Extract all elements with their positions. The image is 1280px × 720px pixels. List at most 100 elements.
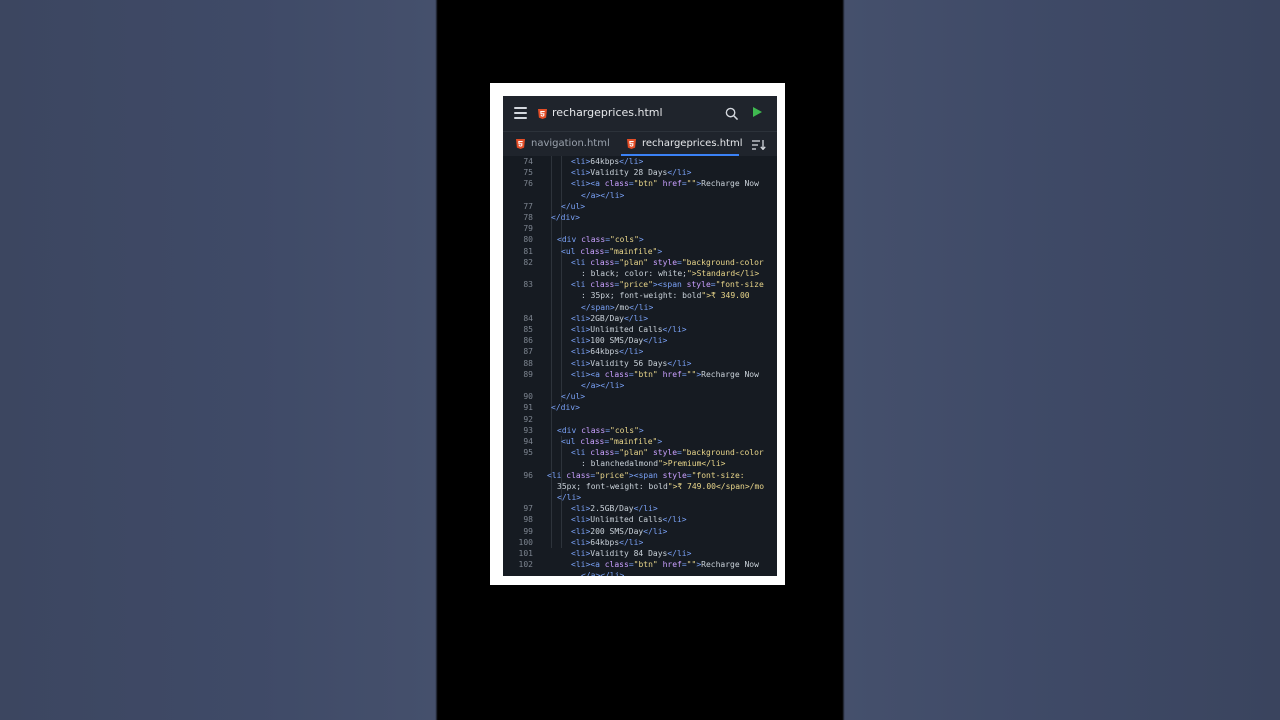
- code-text: <li>Validity 56 Days</li>: [571, 358, 692, 368]
- code-line: 101 <li>Validity 84 Days</li>: [503, 548, 777, 559]
- code-text: </li>: [557, 493, 582, 502]
- play-icon[interactable]: [753, 107, 762, 117]
- code-line: 75 <li>Validity 28 Days</li>: [503, 167, 777, 178]
- html5-icon: [538, 109, 547, 119]
- code-text: </a></li>: [581, 381, 625, 390]
- html5-icon: [627, 139, 636, 149]
- code-text: <li class="price"><span style="font-size…: [547, 470, 745, 480]
- search-icon[interactable]: [725, 107, 738, 120]
- code-line: 98 <li>Unlimited Calls</li>: [503, 514, 777, 525]
- code-area[interactable]: 74 <li>64kbps</li> 75 <li>Validity 28 Days<…: [503, 156, 777, 576]
- code-text: <li><a class="btn" href="">Recharge Now: [571, 369, 759, 379]
- code-text: : blanchedalmond">Premium</li>: [581, 459, 726, 469]
- code-text: <div class="cols">: [557, 425, 644, 435]
- line-number: 77: [523, 201, 533, 211]
- tab-label: navigation.html: [531, 138, 610, 149]
- code-line: </span>/mo</li>: [503, 302, 777, 313]
- code-line: 89 <li><a class="btn" href="">Recharge No…: [503, 369, 777, 380]
- tab-rechargeprices-html[interactable]: rechargeprices.html: [613, 132, 743, 156]
- code-line: </a></li>: [503, 190, 777, 201]
- line-number: 82: [523, 257, 533, 267]
- code-text: <li>Validity 84 Days</li>: [571, 549, 692, 558]
- editor-toolbar: rechargeprices.html: [503, 96, 777, 131]
- tab-label: rechargeprices.html: [642, 138, 743, 149]
- code-text: <li>2GB/Day</li>: [571, 313, 649, 323]
- code-text: 35px; font-weight: bold">₹ 749.00</span>…: [557, 481, 765, 491]
- code-text: </ul>: [561, 392, 586, 402]
- code-line: 88 <li>Validity 56 Days</li>: [503, 358, 777, 369]
- code-line: 76 <li><a class="btn" href="">Recharge No…: [503, 178, 777, 189]
- code-line: 87 <li>64kbps</li>: [503, 346, 777, 357]
- code-line: 80 <div class="cols">: [503, 234, 777, 245]
- line-number: 81: [523, 246, 533, 256]
- line-number: 100: [518, 537, 533, 547]
- code-text: <li><a class="btn" href="">Recharge Now: [571, 179, 759, 189]
- code-line: </a></li>: [503, 380, 777, 391]
- code-text: </div>: [551, 213, 580, 222]
- line-number: 93: [523, 425, 533, 435]
- code-line: 95 <li class="plan" style="background-col…: [503, 447, 777, 458]
- line-number: 83: [523, 280, 533, 290]
- line-number: 95: [523, 448, 533, 458]
- line-number: 98: [523, 515, 533, 525]
- code-line: 81 <ul class="mainfile">: [503, 246, 777, 257]
- code-line: 77 </ul>: [503, 201, 777, 212]
- code-text: <li>2.5GB/Day</li>: [571, 504, 658, 514]
- code-text: <li>64kbps</li>: [571, 347, 644, 357]
- line-number: 97: [523, 504, 533, 514]
- code-line: 100 <li>64kbps</li>: [503, 537, 777, 548]
- code-text: <li>64kbps</li>: [571, 537, 644, 547]
- code-text: <li class="plan" style="background-color: [571, 448, 764, 458]
- code-text: <li>Unlimited Calls</li>: [571, 515, 687, 525]
- code-text: </div>: [551, 403, 580, 413]
- hamburger-menu-icon[interactable]: [514, 107, 527, 119]
- line-number: 76: [523, 179, 533, 189]
- line-number: 88: [523, 358, 533, 368]
- line-number: 92: [523, 414, 533, 424]
- code-text: : black; color: white;">Standard</li>: [581, 269, 760, 278]
- code-text: <li>200 SMS/Day</li>: [571, 526, 668, 536]
- code-text: </a></li>: [581, 571, 625, 576]
- code-line: : blanchedalmond">Premium</li>: [503, 458, 777, 469]
- code-line: : 35px; font-weight: bold">₹ 349.00: [503, 290, 777, 301]
- code-line: 94 <ul class="mainfile">: [503, 436, 777, 447]
- html5-icon: [516, 139, 525, 149]
- line-number: 91: [523, 403, 533, 413]
- code-text: <ul class="mainfile">: [561, 437, 663, 446]
- line-number: 84: [523, 313, 533, 323]
- code-line: : black; color: white;">Standard</li>: [503, 268, 777, 279]
- line-number: 89: [523, 369, 533, 379]
- code-text: </span>/mo</li>: [581, 302, 654, 312]
- code-line: 82 <li class="plan" style="background-col…: [503, 257, 777, 268]
- file-title: rechargeprices.html: [552, 106, 663, 119]
- line-number: 80: [523, 235, 533, 245]
- code-line: 85 <li>Unlimited Calls</li>: [503, 324, 777, 335]
- line-number: 99: [523, 526, 533, 536]
- sort-icon[interactable]: [752, 140, 766, 150]
- code-text: : 35px; font-weight: bold">₹ 349.00: [581, 291, 750, 301]
- code-text: </a></li>: [581, 190, 625, 200]
- code-line: 84 <li>2GB/Day</li>: [503, 313, 777, 324]
- line-number: 86: [523, 336, 533, 346]
- line-number: 87: [523, 347, 533, 357]
- code-line: </a></li>: [503, 570, 777, 576]
- code-line: </li>: [503, 492, 777, 503]
- line-number: 85: [523, 325, 533, 334]
- code-text: <li>100 SMS/Day</li>: [571, 336, 668, 346]
- line-number: 102: [518, 560, 533, 570]
- tab-navigation-html[interactable]: navigation.html: [503, 132, 613, 156]
- line-number: 79: [523, 224, 533, 234]
- code-text: <li><a class="btn" href="">Recharge Now: [571, 560, 759, 570]
- code-line: 35px; font-weight: bold">₹ 749.00</span>…: [503, 481, 777, 492]
- code-line: 92: [503, 414, 777, 425]
- code-line: 79: [503, 223, 777, 234]
- code-text: <div class="cols">: [557, 235, 644, 245]
- code-line: 102 <li><a class="btn" href="">Recharge N…: [503, 559, 777, 570]
- code-text: <li>Unlimited Calls</li>: [571, 325, 687, 334]
- code-line: 91 </div>: [503, 402, 777, 413]
- line-number: 101: [518, 549, 533, 558]
- code-editor-app: rechargeprices.html navigation.html rech…: [503, 96, 777, 576]
- code-line: 99 <li>200 SMS/Day</li>: [503, 526, 777, 537]
- code-line: 96 <li class="price"><span style="font-si…: [503, 470, 777, 481]
- code-text: <ul class="mainfile">: [561, 246, 663, 256]
